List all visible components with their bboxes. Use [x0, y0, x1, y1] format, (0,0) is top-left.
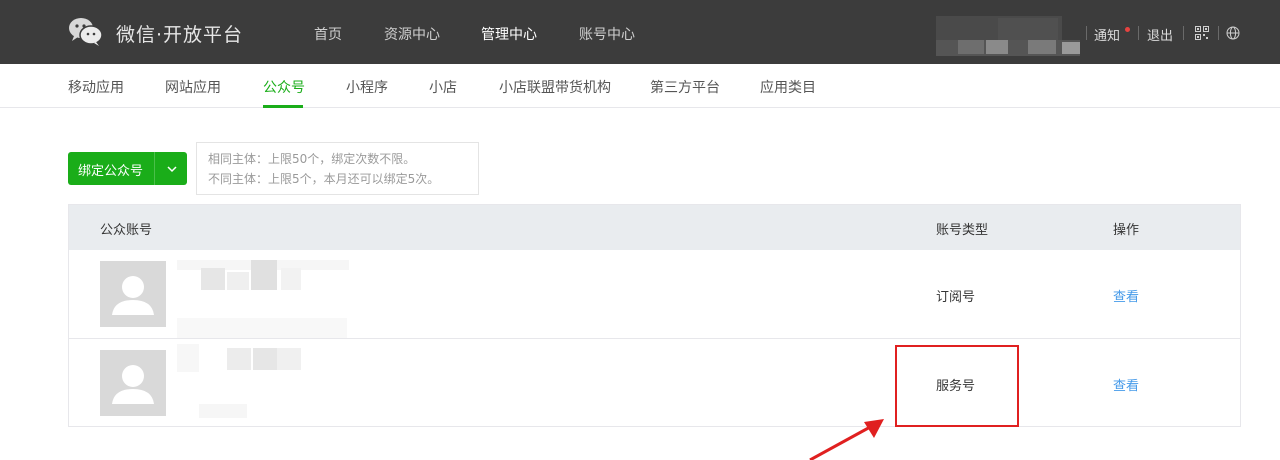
divider	[1086, 26, 1087, 40]
subnav-item-shop[interactable]: 小店	[429, 77, 457, 97]
logout-link[interactable]: 退出	[1147, 25, 1173, 44]
account-table: 公众账号 账号类型 操作 订阅号 查看 服务号 查看	[68, 204, 1241, 427]
subnav-item-mini-program[interactable]: 小程序	[346, 77, 388, 97]
subnav-item-website-app[interactable]: 网站应用	[165, 77, 221, 97]
divider	[1138, 26, 1139, 40]
top-header: 微信·开放平台 首页 资源中心 管理中心 账号中心 通知 退出	[0, 0, 1280, 64]
table-row: 服务号 查看	[69, 338, 1240, 426]
user-placeholder-icon	[112, 276, 154, 315]
globe-icon[interactable]	[1226, 26, 1240, 40]
annotation-highlight-box	[895, 345, 1019, 427]
subnav-item-app-category[interactable]: 应用类目	[760, 77, 816, 97]
subnav-item-third-party[interactable]: 第三方平台	[650, 77, 720, 97]
subnav-item-official-account[interactable]: 公众号	[263, 77, 305, 97]
bind-limit-tip: 相同主体：上限50个，绑定次数不限。 不同主体：上限5个，本月还可以绑定5次。	[196, 142, 479, 195]
table-row: 订阅号 查看	[69, 250, 1240, 338]
nav-item-home[interactable]: 首页	[314, 24, 342, 44]
sub-nav: 移动应用 网站应用 公众号 小程序 小店 小店联盟带货机构 第三方平台 应用类目	[0, 64, 1280, 108]
limit-different-subject: 不同主体：上限5个，本月还可以绑定5次。	[208, 172, 440, 186]
account-name-redacted	[177, 344, 307, 419]
active-tab-indicator	[263, 105, 303, 108]
view-link[interactable]: 查看	[1113, 286, 1139, 305]
user-placeholder-icon	[112, 365, 154, 404]
table-header: 公众账号 账号类型 操作	[69, 205, 1240, 250]
notice-link[interactable]: 通知	[1094, 25, 1120, 44]
bind-button-label: 绑定公众号	[78, 164, 144, 179]
notice-badge	[1125, 27, 1130, 32]
subnav-item-mobile-app[interactable]: 移动应用	[68, 77, 124, 97]
subnav-item-shop-alliance[interactable]: 小店联盟带货机构	[499, 77, 611, 97]
annotation-arrow-icon	[809, 419, 884, 460]
nav-item-resources[interactable]: 资源中心	[384, 24, 440, 44]
account-type: 订阅号	[936, 290, 976, 305]
user-info-redacted[interactable]	[936, 16, 1080, 56]
column-header-action: 操作	[1113, 223, 1140, 238]
nav-item-account[interactable]: 账号中心	[579, 24, 635, 44]
avatar	[100, 350, 166, 416]
account-name-redacted	[177, 260, 349, 340]
nav-item-management[interactable]: 管理中心	[481, 24, 537, 44]
qrcode-icon[interactable]	[1195, 26, 1209, 40]
chevron-down-icon[interactable]	[164, 161, 180, 177]
wechat-logo-icon	[69, 18, 103, 46]
view-link[interactable]: 查看	[1113, 375, 1139, 394]
button-divider	[154, 152, 155, 185]
column-header-account: 公众账号	[100, 223, 153, 238]
bind-official-account-button[interactable]: 绑定公众号	[68, 152, 187, 185]
limit-same-subject: 相同主体：上限50个，绑定次数不限。	[208, 152, 416, 166]
divider	[1183, 26, 1184, 40]
divider	[1218, 26, 1219, 40]
brand-title: 微信·开放平台	[116, 24, 244, 46]
avatar	[100, 261, 166, 327]
column-header-type: 账号类型	[936, 223, 989, 238]
